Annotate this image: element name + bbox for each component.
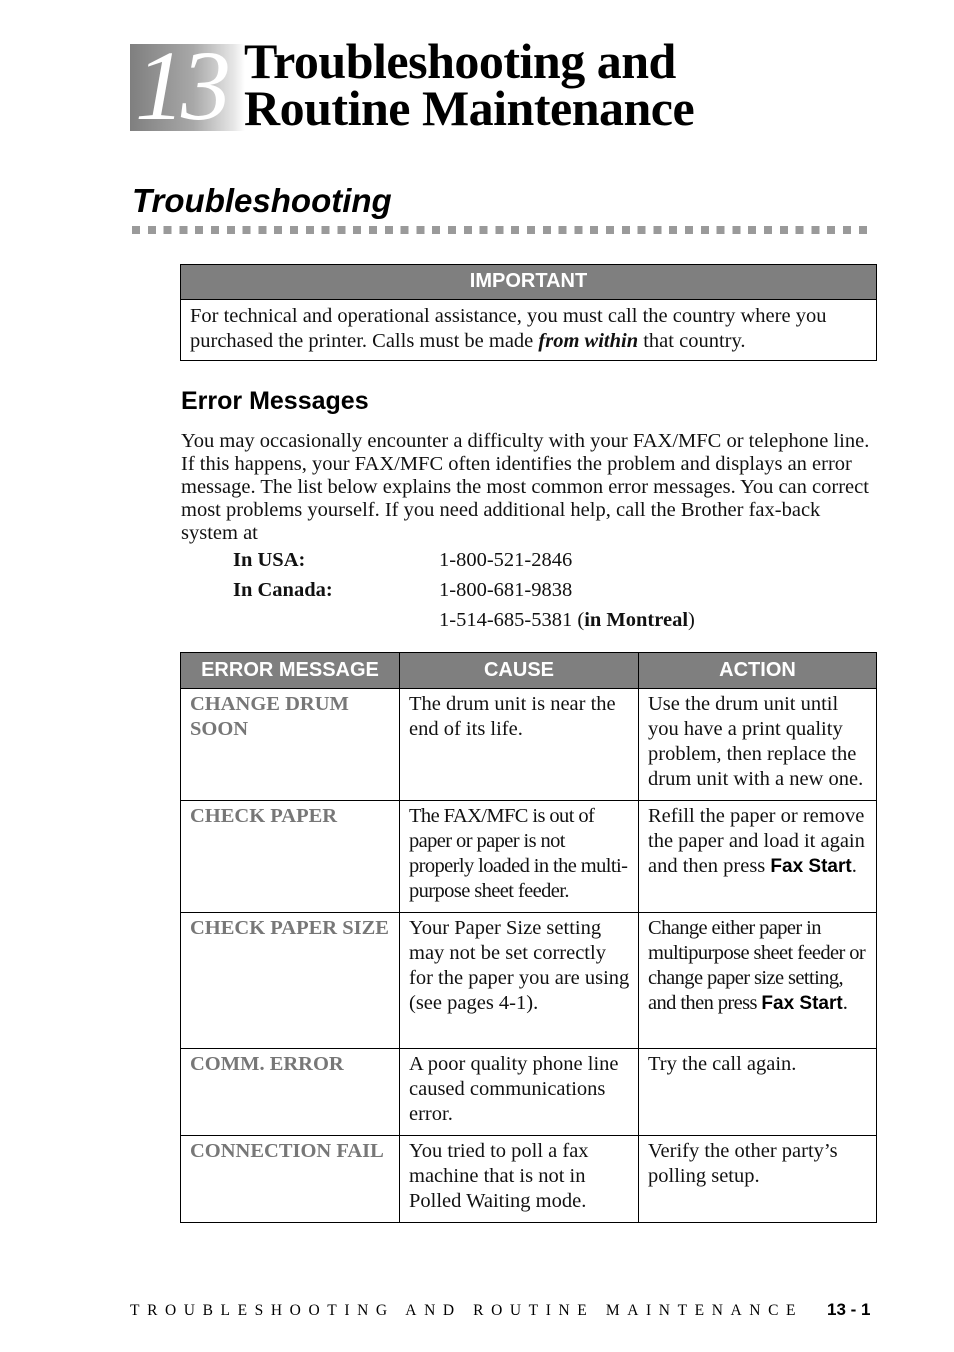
important-text-end: that country. bbox=[638, 330, 746, 352]
table-row: CHECK PAPER SIZE Your Paper Size setting… bbox=[180, 912, 877, 1049]
phone-number: 1-800-521-2846 bbox=[439, 549, 573, 571]
column-header-error-message: ERROR MESSAGE bbox=[180, 652, 400, 689]
cause-cell: You tried to poll a fax machine that is … bbox=[399, 1135, 639, 1223]
table-row: COMM. ERROR A poor quality phone line ca… bbox=[180, 1048, 877, 1136]
page-number: 13 - 1 bbox=[827, 1300, 871, 1319]
action-text-end: . bbox=[851, 855, 857, 877]
column-header-action: ACTION bbox=[638, 652, 877, 689]
action-text: Verify the other party’s polling setup. bbox=[648, 1140, 838, 1187]
phone-number-text: 1-514-685-5381 ( bbox=[439, 609, 585, 631]
action-cell: Refill the paper or remove the paper and… bbox=[638, 800, 877, 913]
phone-number: 1-514-685-5381 (in Montreal) bbox=[439, 609, 695, 632]
chapter-title-line-2: Routine Maintenance bbox=[244, 80, 695, 136]
action-cell: Change either paper in multipurpose shee… bbox=[638, 912, 877, 1049]
table-row: CONNECTION FAIL You tried to poll a fax … bbox=[180, 1135, 877, 1223]
fax-start-key-label: Fax Start bbox=[770, 856, 852, 877]
action-cell: Use the drum unit until you have a print… bbox=[638, 688, 877, 801]
cause-cell: A poor quality phone line caused communi… bbox=[399, 1048, 639, 1136]
cause-cell: The drum unit is near the end of its lif… bbox=[399, 688, 639, 801]
intro-paragraph: You may occasionally encounter a difficu… bbox=[181, 430, 870, 544]
table-header-row: ERROR MESSAGE CAUSE ACTION bbox=[180, 652, 877, 689]
cause-cell: Your Paper Size setting may not be set c… bbox=[399, 912, 639, 1049]
chapter-title-line-1: Troubleshooting and bbox=[244, 33, 676, 89]
cause-cell: The FAX/MFC is out of paper or paper is … bbox=[399, 800, 639, 913]
error-message-cell: CONNECTION FAIL bbox=[180, 1135, 400, 1223]
important-emphasis: from within bbox=[538, 330, 639, 352]
phone-label: In Canada: bbox=[233, 579, 333, 601]
phone-note-close: ) bbox=[688, 609, 695, 631]
phone-note: in Montreal bbox=[584, 609, 689, 631]
action-cell: Try the call again. bbox=[638, 1048, 877, 1136]
action-text-end: . bbox=[842, 992, 848, 1014]
footer-running-title: TROUBLESHOOTING AND ROUTINE MAINTENANCE bbox=[130, 1302, 804, 1319]
table-row: CHECK PAPER The FAX/MFC is out of paper … bbox=[180, 800, 877, 913]
subsection-title: Error Messages bbox=[181, 387, 369, 415]
phone-label: In USA: bbox=[233, 549, 306, 571]
section-title: Troubleshooting bbox=[132, 182, 392, 219]
chapter-title: Troubleshooting and Routine Maintenance bbox=[244, 33, 695, 136]
important-notice: IMPORTANT For technical and operational … bbox=[180, 264, 877, 361]
important-text: For technical and operational assistance… bbox=[181, 300, 876, 360]
error-message-cell: CHECK PAPER bbox=[180, 800, 400, 913]
phone-number: 1-800-681-9838 bbox=[439, 579, 573, 601]
action-cell: Verify the other party’s polling setup. bbox=[638, 1135, 877, 1223]
error-message-cell: CHECK PAPER SIZE bbox=[180, 912, 400, 1049]
error-message-cell: CHANGE DRUM SOON bbox=[180, 688, 400, 801]
error-message-cell: COMM. ERROR bbox=[180, 1048, 400, 1136]
important-heading: IMPORTANT bbox=[181, 265, 876, 300]
action-text: Use the drum unit until you have a print… bbox=[648, 693, 864, 790]
section-divider bbox=[132, 226, 874, 234]
fax-start-key-label: Fax Start bbox=[761, 993, 843, 1014]
column-header-cause: CAUSE bbox=[399, 652, 639, 689]
error-messages-table: ERROR MESSAGE CAUSE ACTION CHANGE DRUM S… bbox=[180, 652, 877, 1223]
action-text: Try the call again. bbox=[648, 1053, 797, 1075]
table-row: CHANGE DRUM SOON The drum unit is near t… bbox=[180, 688, 877, 801]
chapter-number: 13 bbox=[135, 30, 231, 141]
